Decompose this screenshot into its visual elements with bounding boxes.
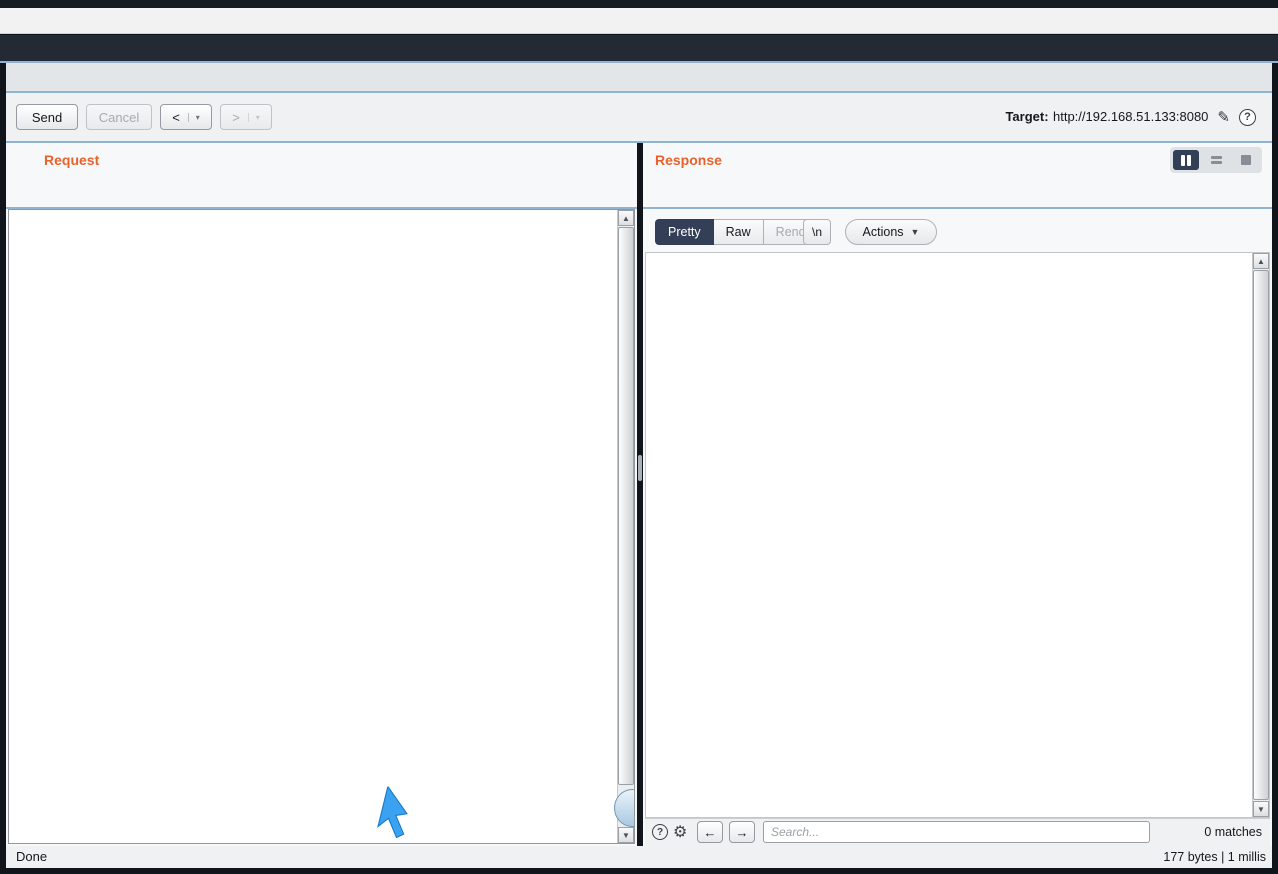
gear-icon[interactable]: ⚙	[673, 822, 687, 842]
layout-toggle-group	[1170, 147, 1262, 173]
search-next-button[interactable]: →	[729, 821, 755, 843]
repeater-toolbar: Send Cancel < ▾ > ▾ Target: http://192.1…	[6, 93, 1272, 141]
scroll-bubble[interactable]	[614, 789, 635, 827]
scrollbar-thumb[interactable]	[1253, 270, 1269, 800]
actions-label: Actions	[863, 225, 904, 239]
response-tabs-underline	[643, 207, 1272, 209]
square-icon	[1241, 155, 1251, 165]
actions-button[interactable]: Actions ▼	[845, 219, 937, 245]
scroll-down-arrow-icon[interactable]: ▼	[1253, 801, 1269, 817]
rows-layout-button[interactable]	[1203, 150, 1229, 170]
request-scrollbar[interactable]: ▲ ▼	[617, 210, 634, 843]
menu-bar	[0, 8, 1278, 34]
window-bottom-edge	[0, 868, 1278, 874]
show-newlines-button[interactable]: \n	[803, 219, 831, 245]
splitter-grip[interactable]	[638, 455, 642, 481]
column-icon	[1181, 155, 1185, 166]
response-panel-title: Response	[655, 152, 722, 168]
next-request-button[interactable]: > ▾	[220, 104, 272, 130]
window-title-bar	[0, 0, 1278, 8]
mouse-cursor-icon	[369, 784, 419, 844]
rows-icon	[1211, 156, 1222, 164]
response-panel: Response Pretty Raw Render \n Actions ▼ …	[643, 143, 1272, 846]
columns-layout-button[interactable]	[1173, 150, 1199, 170]
window-right-edge	[1272, 63, 1278, 874]
column-icon	[1187, 155, 1191, 166]
cancel-button[interactable]: Cancel	[86, 104, 152, 130]
chevron-down-icon[interactable]: ▾	[188, 113, 200, 122]
response-stats: 177 bytes | 1 millis	[1163, 850, 1266, 864]
single-layout-button[interactable]	[1233, 150, 1259, 170]
scroll-up-arrow-icon[interactable]: ▲	[1253, 253, 1269, 269]
edit-target-pencil-icon[interactable]: ✎	[1217, 108, 1230, 126]
match-count: 0 matches	[1204, 825, 1262, 839]
window-left-edge	[0, 63, 6, 874]
prev-request-button[interactable]: < ▾	[160, 104, 212, 130]
response-scrollbar[interactable]: ▲ ▼	[1252, 253, 1269, 817]
search-input[interactable]	[763, 821, 1150, 843]
help-icon[interactable]: ?	[1239, 109, 1256, 126]
hex-view: ▲ ▼	[8, 209, 635, 844]
send-button[interactable]: Send	[16, 104, 78, 130]
scroll-down-arrow-icon[interactable]: ▼	[618, 827, 634, 843]
search-help-icon[interactable]: ?	[652, 824, 668, 840]
request-panel-title: Request	[44, 152, 99, 168]
pretty-button[interactable]: Pretty	[655, 219, 714, 245]
target-url: http://192.168.51.133:8080	[1053, 109, 1208, 124]
raw-button[interactable]: Raw	[714, 219, 764, 245]
chevron-down-icon[interactable]: ▾	[248, 113, 260, 122]
search-bar: ? ⚙ ← → 0 matches	[645, 818, 1270, 846]
prev-icon: <	[172, 110, 180, 125]
hex-rows-area	[9, 210, 617, 843]
target-label: Target:	[1005, 109, 1048, 124]
scrollbar-thumb[interactable]	[618, 227, 634, 785]
next-icon: >	[232, 110, 240, 125]
request-panel: Request ▲ ▼	[6, 143, 637, 846]
scroll-up-arrow-icon[interactable]: ▲	[618, 210, 634, 226]
response-content: ▲ ▼	[645, 252, 1270, 818]
status-bar: Done 177 bytes | 1 millis	[6, 846, 1272, 868]
repeater-tab-strip	[6, 63, 1272, 91]
main-tab-strip	[0, 35, 1278, 61]
target-line: Target: http://192.168.51.133:8080	[1005, 108, 1208, 126]
search-prev-button[interactable]: ←	[697, 821, 723, 843]
status-text: Done	[16, 849, 47, 864]
chevron-down-icon: ▼	[911, 227, 920, 237]
